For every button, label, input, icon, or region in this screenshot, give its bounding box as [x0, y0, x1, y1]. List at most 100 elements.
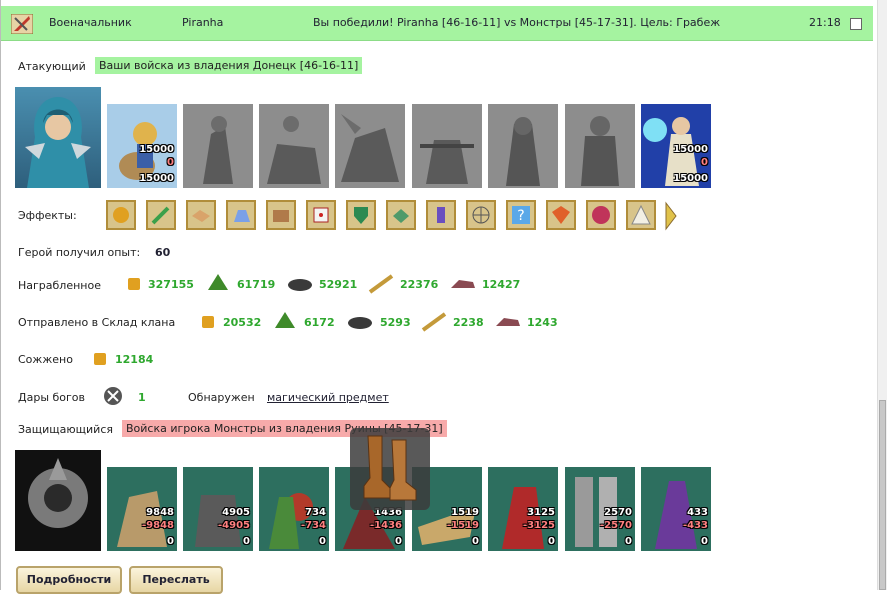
ore-icon: [288, 279, 312, 291]
effect-rune-icon[interactable]: [586, 200, 616, 230]
attacker-unit-2-empty[interactable]: [183, 104, 253, 188]
unit-count: 15000: [673, 144, 708, 155]
unit-count: 9848: [146, 507, 174, 518]
defender-unit-1[interactable]: 9848 -9848 0: [107, 467, 177, 551]
effects-next-arrow-icon[interactable]: [664, 201, 678, 231]
burned-value: 12184: [115, 353, 154, 366]
unit-count: 734: [305, 507, 326, 518]
clan-storage-label: Отправлено в Склад клана: [18, 316, 176, 329]
wood-icon: [275, 312, 295, 328]
experience-label: Герой получил опыт:: [18, 246, 141, 259]
effect-banner-icon[interactable]: [426, 200, 456, 230]
clan-gold: 20532: [198, 310, 268, 332]
attacker-unit-7-empty[interactable]: [565, 104, 635, 188]
effect-handshake-icon[interactable]: [186, 200, 216, 230]
effect-crest-icon[interactable]: [546, 200, 576, 230]
defender-unit-3[interactable]: 734 -734 0: [259, 467, 329, 551]
clan-ore: 5293: [346, 310, 416, 332]
unit-count: 4905: [222, 507, 250, 518]
effect-dice-icon[interactable]: [306, 200, 336, 230]
found-item-link[interactable]: магический предмет: [267, 391, 389, 404]
loot-wood: 61719: [206, 272, 286, 294]
unit-remaining: 0: [472, 536, 479, 547]
effect-sword-icon[interactable]: [146, 200, 176, 230]
effects-label: Эффекты:: [18, 209, 77, 222]
defender-hero-portrait[interactable]: [15, 450, 101, 551]
unit-remaining: 0: [548, 536, 555, 547]
battle-time: 21:18: [809, 16, 841, 29]
select-checkbox[interactable]: [850, 18, 862, 30]
gods-gifts-value: 1: [138, 391, 146, 404]
effect-question-icon[interactable]: ?: [506, 200, 536, 230]
loot-grain-value: 22376: [400, 278, 439, 291]
effect-alliance-icon[interactable]: [386, 200, 416, 230]
defender-unit-6[interactable]: 3125 -3125 0: [488, 467, 558, 551]
grain-icon: [421, 312, 447, 332]
stone-icon: [496, 318, 520, 326]
unit-loss: -2570: [600, 520, 632, 531]
attacker-hero-portrait[interactable]: [15, 87, 101, 188]
clan-wood-value: 6172: [304, 316, 335, 329]
loot-ore-value: 52921: [319, 278, 358, 291]
defender-unit-2[interactable]: 4905 -4905 0: [183, 467, 253, 551]
effect-fortress-icon[interactable]: [266, 200, 296, 230]
gold-icon: [202, 316, 214, 328]
unit-remaining: 0: [395, 536, 402, 547]
scrollbar-thumb[interactable]: [879, 400, 886, 590]
defender-label: Защищающийся: [18, 423, 113, 436]
defender-emblem: [15, 450, 101, 551]
loot-stone-value: 12427: [482, 278, 521, 291]
report-header: Военачальник Piranha Вы победили! Piranh…: [1, 6, 873, 41]
unit-remaining: 0: [319, 536, 326, 547]
unit-loss: -734: [300, 520, 326, 531]
effect-tent-icon[interactable]: [626, 200, 656, 230]
attacker-tag: Ваши войска из владения Донецк [46-16-11…: [95, 57, 363, 74]
unit-remaining: 0: [243, 536, 250, 547]
unit-remaining: 15000: [673, 173, 708, 184]
wood-icon: [208, 274, 228, 290]
effect-shield-icon[interactable]: [346, 200, 376, 230]
clan-ore-value: 5293: [380, 316, 411, 329]
unit-loss: -4905: [218, 520, 250, 531]
defender-unit-8[interactable]: 433 -433 0: [641, 467, 711, 551]
clan-grain-value: 2238: [453, 316, 484, 329]
attacker-unit-4-empty[interactable]: [335, 104, 405, 188]
clan-stone-value: 1243: [527, 316, 558, 329]
loot-gold: 327155: [124, 272, 204, 294]
ore-icon: [348, 317, 372, 329]
clan-gold-value: 20532: [223, 316, 262, 329]
item-tooltip: [350, 428, 430, 510]
hero-role: Военачальник: [49, 16, 132, 29]
unit-loss: 0: [701, 157, 708, 168]
unit-remaining: 0: [701, 536, 708, 547]
unit-loss: -433: [682, 520, 708, 531]
clan-wood: 6172: [273, 310, 343, 332]
experience-value: 60: [155, 246, 171, 259]
unit-count: 2570: [604, 507, 632, 518]
defender-unit-7[interactable]: 2570 -2570 0: [565, 467, 635, 551]
unit-loss: -3125: [523, 520, 555, 531]
unit-remaining: 0: [167, 536, 174, 547]
unit-count: 1519: [451, 507, 479, 518]
unit-loss: -9848: [142, 520, 174, 531]
gold-icon: [128, 278, 140, 290]
vertical-scrollbar[interactable]: [877, 0, 887, 590]
gods-gifts-label: Дары богов: [18, 391, 86, 404]
effect-web-icon[interactable]: [466, 200, 496, 230]
effect-magic-hand-icon[interactable]: [226, 200, 256, 230]
player-name[interactable]: Piranha: [182, 16, 223, 29]
attacker-unit-8[interactable]: 15000 0 15000: [641, 104, 711, 188]
clan-grain: 2238: [421, 310, 491, 332]
unit-count: 15000: [139, 144, 174, 155]
svg-text:?: ?: [517, 208, 524, 224]
found-label: Обнаружен: [188, 391, 255, 404]
attacker-unit-1[interactable]: 15000 0 15000: [107, 104, 177, 188]
attacker-unit-6-empty[interactable]: [488, 104, 558, 188]
battle-swords-icon: [11, 14, 33, 34]
attacker-unit-3-empty[interactable]: [259, 104, 329, 188]
attacker-unit-5-empty[interactable]: [412, 104, 482, 188]
unit-loss: -1519: [447, 520, 479, 531]
loot-stone: 12427: [449, 272, 529, 294]
effect-gold-icon[interactable]: [106, 200, 136, 230]
loot-label: Награбленное: [18, 279, 101, 292]
